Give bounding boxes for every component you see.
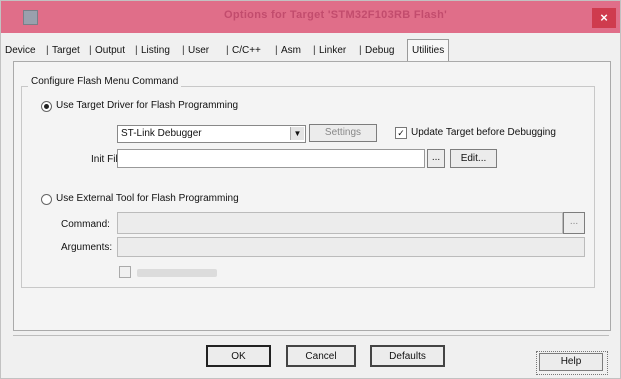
command-label: Command: xyxy=(61,219,110,230)
settings-button[interactable]: Settings xyxy=(309,124,377,142)
use-target-driver-label: Use Target Driver for Flash Programming xyxy=(56,100,239,111)
use-target-driver-radio[interactable] xyxy=(41,101,52,112)
arguments-label: Arguments: xyxy=(61,242,113,253)
tab-strip: Device Target Output Listing User C/C++ … xyxy=(5,39,465,62)
use-external-tool-label: Use External Tool for Flash Programming xyxy=(56,193,239,204)
tab-target[interactable]: Target xyxy=(46,41,80,61)
help-button[interactable]: Help xyxy=(539,353,603,371)
tab-device[interactable]: Device xyxy=(5,41,36,61)
driver-select-value: ST-Link Debugger xyxy=(121,128,202,139)
edit-button[interactable]: Edit... xyxy=(450,149,497,168)
use-external-tool-radio[interactable] xyxy=(41,194,52,205)
tab-user[interactable]: User xyxy=(182,41,209,61)
tab-asm[interactable]: Asm xyxy=(275,41,301,61)
arguments-input[interactable] xyxy=(117,237,585,257)
tab-cpp[interactable]: C/C++ xyxy=(226,41,261,61)
run-independent-checkbox[interactable] xyxy=(119,266,131,278)
tab-utilities[interactable]: Utilities xyxy=(407,39,450,62)
footer-divider xyxy=(13,335,609,336)
window-title: Options for Target 'STM32F103RB Flash' xyxy=(223,9,447,21)
tab-linker[interactable]: Linker xyxy=(313,41,346,61)
chevron-down-icon[interactable]: ▼ xyxy=(290,127,304,140)
cancel-button[interactable]: Cancel xyxy=(286,345,356,367)
defaults-button[interactable]: Defaults xyxy=(370,345,445,367)
options-dialog: Options for Target 'STM32F103RB Flash' ×… xyxy=(0,0,621,379)
group-title: Configure Flash Menu Command xyxy=(28,76,182,87)
init-file-browse-button[interactable]: ... xyxy=(427,149,445,168)
flash-config-group xyxy=(21,86,595,288)
app-icon xyxy=(23,10,38,25)
tab-output[interactable]: Output xyxy=(89,41,125,61)
update-target-checkbox[interactable]: ✓ xyxy=(395,127,407,139)
init-file-input[interactable] xyxy=(117,149,425,168)
command-input[interactable] xyxy=(117,212,563,234)
tab-listing[interactable]: Listing xyxy=(135,41,170,61)
close-button[interactable]: × xyxy=(592,8,616,28)
driver-select[interactable]: ST-Link Debugger ▼ xyxy=(117,125,306,143)
ok-button[interactable]: OK xyxy=(206,345,271,367)
run-independent-label xyxy=(137,269,217,277)
command-browse-button[interactable]: ... xyxy=(563,212,585,234)
tab-debug[interactable]: Debug xyxy=(359,41,395,61)
title-bar[interactable]: Options for Target 'STM32F103RB Flash' × xyxy=(1,1,620,33)
update-target-label: Update Target before Debugging xyxy=(411,127,556,138)
